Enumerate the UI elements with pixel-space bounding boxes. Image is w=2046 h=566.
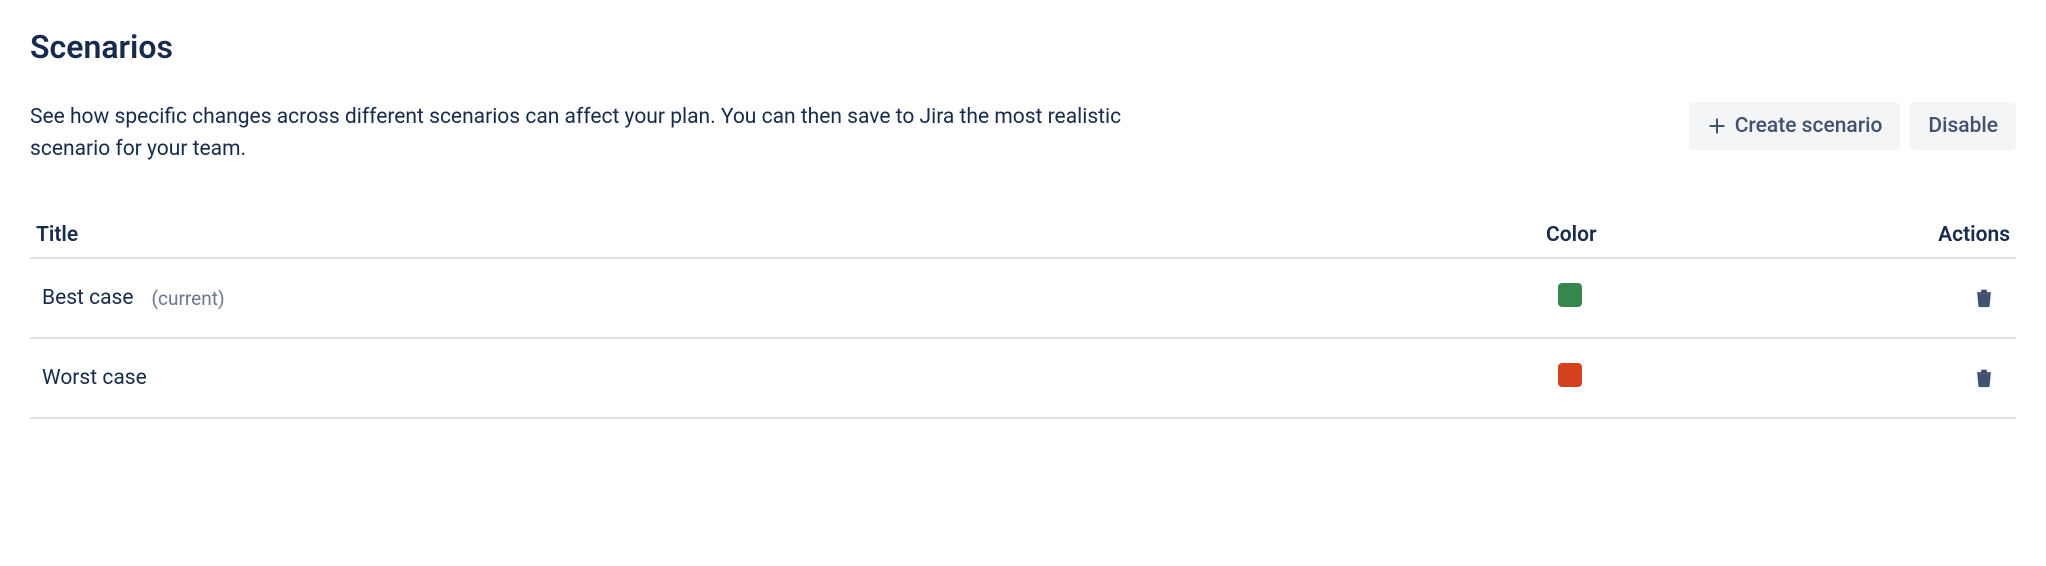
scenario-title[interactable]: Best case — [42, 286, 134, 310]
header-actions: Actions — [1906, 223, 2016, 247]
action-buttons: Create scenario Disable — [1689, 102, 2016, 150]
color-swatch[interactable] — [1558, 283, 1582, 307]
create-scenario-label: Create scenario — [1735, 114, 1883, 138]
create-scenario-button[interactable]: Create scenario — [1689, 102, 1901, 150]
row-color-cell — [1546, 283, 1906, 313]
row-actions-cell — [1906, 363, 2016, 393]
page-description: See how specific changes across differen… — [30, 102, 1130, 165]
header-title: Title — [30, 223, 1546, 247]
trash-icon — [1974, 287, 1994, 309]
color-swatch[interactable] — [1558, 363, 1582, 387]
row-actions-cell — [1906, 283, 2016, 313]
scenario-title[interactable]: Worst case — [42, 366, 147, 390]
row-title-cell: Worst case — [30, 366, 1546, 390]
scenarios-table: Title Color Actions Best case (current) Wo… — [30, 213, 2016, 419]
page-title: Scenarios — [30, 28, 2016, 66]
table-header: Title Color Actions — [30, 213, 2016, 259]
disable-label: Disable — [1928, 114, 1998, 138]
row-title-cell: Best case (current) — [30, 286, 1546, 310]
delete-button[interactable] — [1970, 283, 1998, 313]
row-color-cell — [1546, 363, 1906, 393]
table-row: Best case (current) — [30, 259, 2016, 339]
header-color: Color — [1546, 223, 1906, 247]
disable-button[interactable]: Disable — [1910, 102, 2016, 150]
trash-icon — [1974, 367, 1994, 389]
plus-icon — [1707, 116, 1727, 136]
current-tag: (current) — [152, 287, 225, 310]
delete-button[interactable] — [1970, 363, 1998, 393]
table-row: Worst case — [30, 339, 2016, 419]
header-row: See how specific changes across differen… — [30, 102, 2016, 165]
